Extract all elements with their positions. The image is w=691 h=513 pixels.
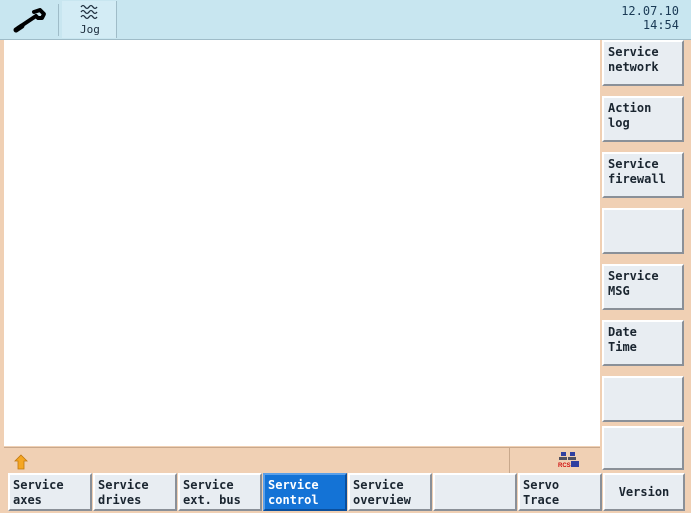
softkey-vertical-empty-4[interactable] — [602, 208, 684, 254]
softkey-action-log[interactable]: Action log — [602, 96, 684, 142]
up-arrow-icon[interactable] — [14, 454, 28, 470]
main-content-area — [4, 40, 600, 446]
wrench-icon[interactable] — [8, 4, 59, 36]
datetime-display: 12.07.10 14:54 — [621, 4, 679, 32]
header-bar: Jog 12.07.10 14:54 — [0, 0, 691, 40]
jog-mode-indicator: Jog — [62, 1, 117, 38]
time-text: 14:54 — [642, 18, 679, 32]
softkey-service-axes[interactable]: Service axes — [8, 473, 92, 511]
softkey-service-network[interactable]: Service network — [602, 40, 684, 86]
date-text: 12.07.10 — [621, 4, 679, 18]
rcs-connection-icon: RCS — [558, 452, 579, 469]
softkey-horizontal-empty-6[interactable] — [433, 473, 517, 511]
softkey-service-ext-bus[interactable]: Service ext. bus — [178, 473, 262, 511]
svg-text:RCS: RCS — [558, 463, 571, 469]
softkey-date-time[interactable]: Date Time — [602, 320, 684, 366]
softkey-vertical-empty-8[interactable] — [602, 426, 684, 470]
softkey-service-firewall[interactable]: Service firewall — [602, 152, 684, 198]
softkey-service-control[interactable]: Service control — [263, 473, 347, 511]
jog-wave-icon — [80, 4, 98, 20]
status-divider — [509, 448, 510, 474]
softkey-service-overview[interactable]: Service overview — [348, 473, 432, 511]
mode-label: Jog — [80, 23, 100, 36]
softkey-version[interactable]: Version — [603, 473, 685, 511]
softkey-service-drives[interactable]: Service drives — [93, 473, 177, 511]
status-bar: RCS — [4, 447, 600, 474]
softkey-vertical-empty-7[interactable] — [602, 376, 684, 422]
softkey-servo-trace[interactable]: Servo Trace — [518, 473, 602, 511]
softkey-service-msg[interactable]: Service MSG — [602, 264, 684, 310]
